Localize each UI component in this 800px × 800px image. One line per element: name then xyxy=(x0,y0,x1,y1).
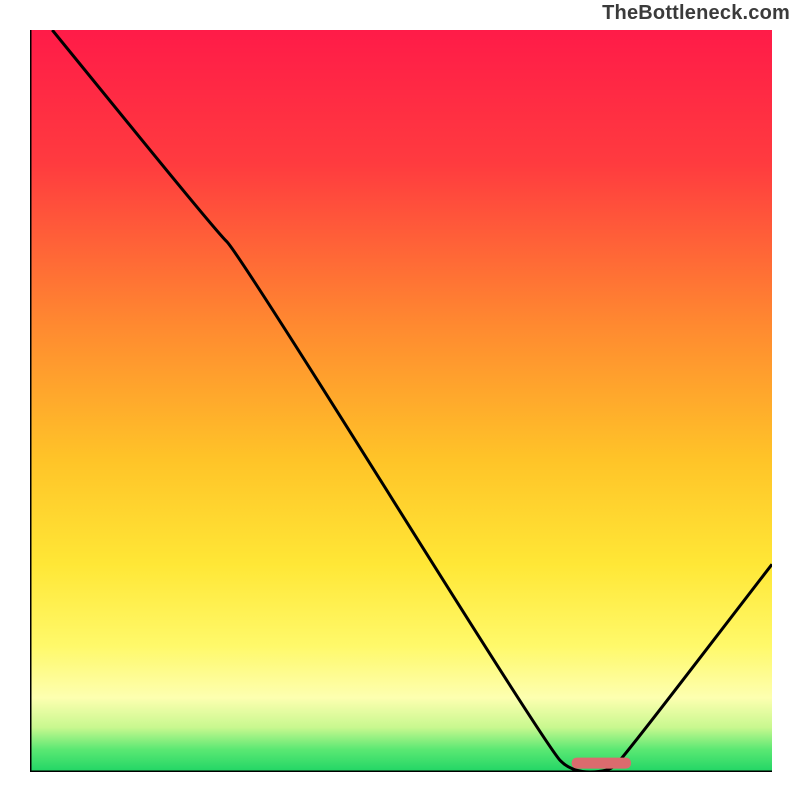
bottleneck-chart xyxy=(30,30,772,772)
optimal-marker xyxy=(572,758,631,769)
source-link[interactable]: TheBottleneck.com xyxy=(602,2,790,25)
chart-stage: TheBottleneck.com xyxy=(0,0,800,800)
